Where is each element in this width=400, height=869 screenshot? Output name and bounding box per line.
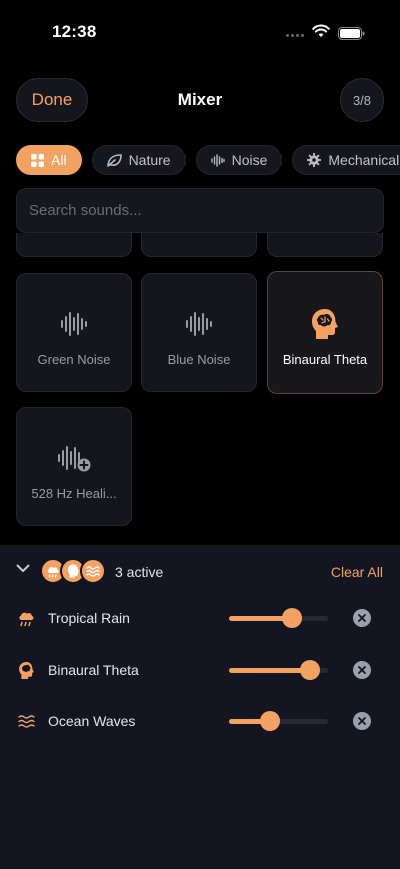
active-count-badge[interactable]: 3/8	[340, 78, 384, 122]
waveform-plus-icon	[58, 446, 91, 472]
status-time: 12:38	[52, 22, 97, 41]
mix-row-binaural-theta: Binaural Theta	[0, 656, 400, 684]
grid-icon	[31, 153, 44, 167]
sound-tile[interactable]	[267, 233, 383, 257]
cellular-signal-icon	[286, 34, 304, 37]
sound-tile-label: 528 Hz Heali...	[31, 486, 117, 501]
active-sounds-stack	[40, 558, 110, 584]
category-chip-nature[interactable]: Nature	[91, 145, 186, 175]
clear-all-button[interactable]: Clear All	[331, 564, 383, 580]
category-chip-mechanical[interactable]: Mechanical	[292, 145, 400, 175]
sound-tile-binaural-theta[interactable]: Binaural Theta	[267, 271, 383, 394]
volume-slider[interactable]	[229, 711, 328, 731]
header: Done Mixer 3/8	[0, 78, 400, 122]
gear-icon	[307, 153, 322, 167]
category-chip-all[interactable]: All	[16, 145, 82, 175]
wifi-icon	[312, 24, 330, 37]
category-chip-label: Noise	[231, 152, 268, 168]
category-chip-label: Nature	[128, 152, 171, 168]
cloud-rain-icon	[16, 608, 36, 628]
brain-head-icon	[312, 309, 338, 339]
volume-slider-thumb[interactable]	[282, 608, 303, 628]
volume-slider[interactable]	[229, 608, 328, 628]
volume-slider-thumb[interactable]	[300, 660, 321, 680]
active-count-label: 3 active	[115, 564, 164, 580]
sound-tile-blue-noise[interactable]: Blue Noise	[141, 273, 257, 392]
category-filter: All Nature Noise Mechanical	[16, 145, 400, 175]
battery-icon	[338, 27, 365, 40]
sound-tile-label: Green Noise	[37, 352, 111, 367]
remove-sound-button[interactable]	[353, 661, 371, 679]
brain-head-icon	[16, 660, 36, 680]
sound-tile[interactable]	[141, 233, 257, 257]
leaf-icon	[106, 153, 122, 167]
status-bar: 12:38	[0, 0, 400, 60]
waves-icon	[16, 711, 36, 731]
waves-icon	[80, 558, 106, 584]
mix-row-label: Ocean Waves	[48, 713, 136, 729]
mix-row-tropical-rain: Tropical Rain	[0, 604, 400, 632]
waveform-icon	[186, 312, 212, 336]
mix-row-label: Binaural Theta	[48, 662, 139, 678]
mixer-panel: 3 active Clear All Tropical Rain Binaura…	[0, 545, 400, 869]
remove-sound-button[interactable]	[353, 609, 371, 627]
sound-tile-528-hz[interactable]: 528 Hz Heali...	[16, 407, 132, 526]
category-chip-label: All	[51, 152, 67, 168]
close-icon	[358, 614, 366, 622]
waveform-icon	[61, 312, 87, 336]
sound-tile[interactable]	[16, 233, 132, 257]
sound-grid: Green Noise Blue Noise Binaural Theta 52…	[0, 233, 400, 545]
chevron-down-icon[interactable]	[16, 564, 30, 573]
mixer-panel-header: 3 active Clear All	[0, 557, 400, 587]
search-bar	[16, 188, 384, 233]
sound-tile-label: Binaural Theta	[282, 352, 368, 367]
close-icon	[358, 717, 366, 725]
category-chip-noise[interactable]: Noise	[195, 145, 283, 175]
mix-row-label: Tropical Rain	[48, 610, 130, 626]
remove-sound-button[interactable]	[353, 712, 371, 730]
waveform-icon	[210, 153, 225, 167]
volume-slider[interactable]	[229, 660, 328, 680]
mix-row-ocean-waves: Ocean Waves	[0, 707, 400, 735]
sound-tile-green-noise[interactable]: Green Noise	[16, 273, 132, 392]
close-icon	[358, 666, 366, 674]
volume-slider-thumb[interactable]	[259, 711, 280, 731]
search-input[interactable]	[17, 189, 383, 232]
sound-tile-label: Blue Noise	[167, 352, 231, 367]
category-chip-label: Mechanical	[328, 152, 400, 168]
